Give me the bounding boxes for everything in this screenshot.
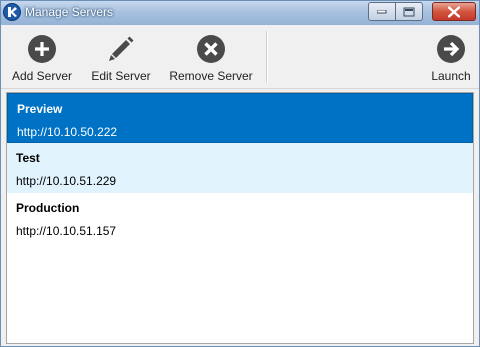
server-item-production[interactable]: Production http://10.10.51.157 — [7, 193, 473, 243]
close-button[interactable] — [432, 2, 476, 21]
app-logo-icon — [3, 3, 21, 21]
toolbar-separator — [266, 31, 268, 83]
pencil-icon — [109, 36, 134, 61]
x-circle-icon — [197, 35, 225, 63]
title-bar[interactable]: Manage Servers — [1, 1, 479, 25]
remove-server-label: Remove Server — [169, 69, 253, 83]
maximize-icon — [403, 7, 415, 16]
toolbar: Add Server Edit Server Remove Server Lau… — [1, 25, 479, 89]
minimize-button[interactable] — [368, 2, 396, 21]
add-server-button[interactable]: Add Server — [5, 25, 79, 88]
close-icon — [448, 6, 460, 17]
arrow-right-circle-icon — [437, 35, 465, 63]
window-title: Manage Servers — [25, 5, 114, 19]
launch-button[interactable]: Launch — [426, 25, 476, 88]
server-item-preview[interactable]: Preview http://10.10.50.222 — [7, 93, 473, 143]
server-name: Production — [16, 201, 80, 215]
manage-servers-window: Manage Servers Add Server Edit Server Re… — [0, 0, 480, 347]
minimize-icon — [377, 9, 387, 13]
edit-server-button[interactable]: Edit Server — [85, 25, 157, 88]
add-server-label: Add Server — [11, 69, 73, 83]
maximize-button[interactable] — [395, 2, 423, 21]
plus-circle-icon — [28, 35, 56, 63]
edit-server-label: Edit Server — [91, 69, 151, 83]
server-url: http://10.10.50.222 — [17, 125, 118, 139]
server-name: Test — [16, 151, 40, 165]
server-url: http://10.10.51.157 — [16, 224, 117, 238]
server-name: Preview — [17, 102, 63, 116]
server-url: http://10.10.51.229 — [16, 174, 117, 188]
launch-label: Launch — [431, 69, 471, 83]
server-item-test[interactable]: Test http://10.10.51.229 — [7, 143, 473, 193]
remove-server-button[interactable]: Remove Server — [163, 25, 259, 88]
server-list[interactable]: Preview http://10.10.50.222 Test http://… — [6, 92, 474, 344]
